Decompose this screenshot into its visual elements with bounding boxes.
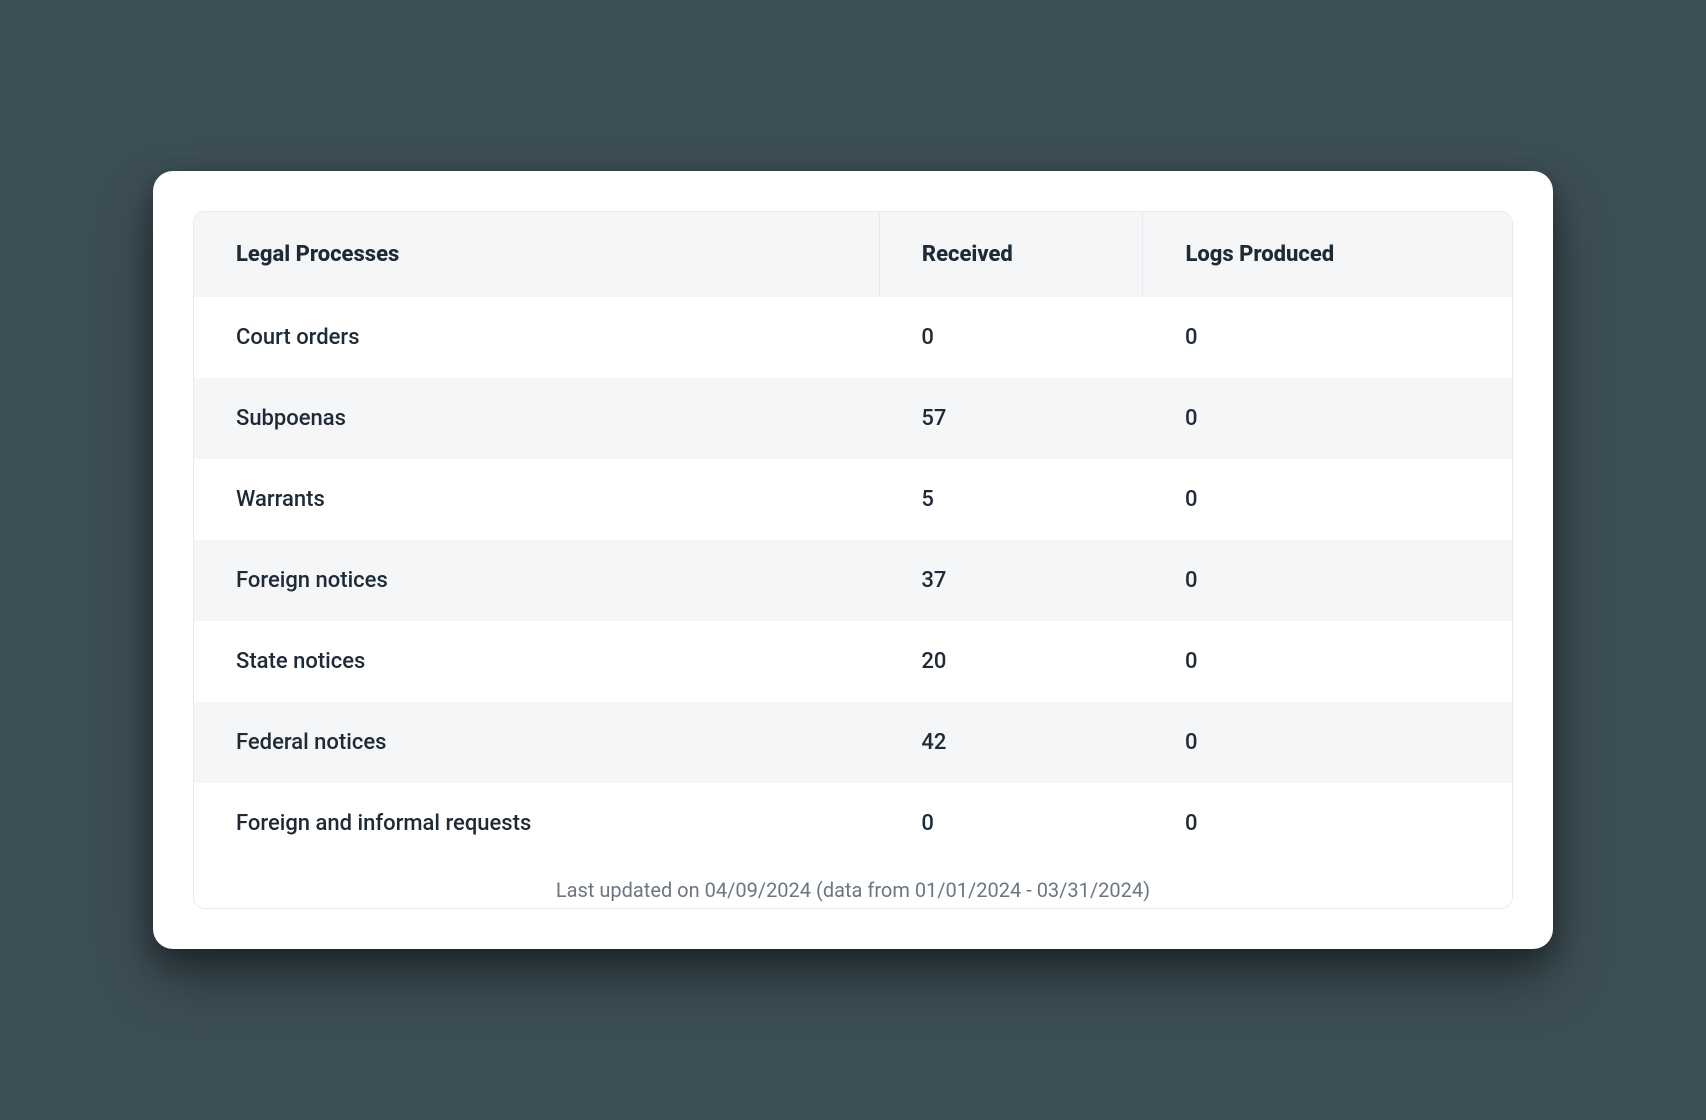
cell-process: State notices bbox=[194, 621, 879, 702]
table-row: State notices 20 0 bbox=[194, 621, 1512, 702]
cell-received: 0 bbox=[879, 297, 1143, 378]
cell-logs: 0 bbox=[1143, 459, 1512, 540]
column-header-legal-processes: Legal Processes bbox=[194, 212, 879, 297]
cell-logs: 0 bbox=[1143, 621, 1512, 702]
cell-logs: 0 bbox=[1143, 540, 1512, 621]
table-row: Federal notices 42 0 bbox=[194, 702, 1512, 783]
column-header-received: Received bbox=[879, 212, 1143, 297]
cell-received: 20 bbox=[879, 621, 1143, 702]
table-footer-note: Last updated on 04/09/2024 (data from 01… bbox=[194, 864, 1512, 908]
cell-process: Federal notices bbox=[194, 702, 879, 783]
cell-process: Foreign and informal requests bbox=[194, 783, 879, 864]
table-row: Foreign and informal requests 0 0 bbox=[194, 783, 1512, 864]
table-row: Warrants 5 0 bbox=[194, 459, 1512, 540]
table-header-row: Legal Processes Received Logs Produced bbox=[194, 212, 1512, 297]
cell-logs: 0 bbox=[1143, 378, 1512, 459]
table-row: Subpoenas 57 0 bbox=[194, 378, 1512, 459]
column-header-logs-produced: Logs Produced bbox=[1143, 212, 1512, 297]
cell-received: 0 bbox=[879, 783, 1143, 864]
report-card: Legal Processes Received Logs Produced C… bbox=[153, 171, 1553, 949]
table-row: Court orders 0 0 bbox=[194, 297, 1512, 378]
table-container: Legal Processes Received Logs Produced C… bbox=[193, 211, 1513, 909]
legal-processes-table: Legal Processes Received Logs Produced C… bbox=[194, 212, 1512, 864]
cell-logs: 0 bbox=[1143, 783, 1512, 864]
cell-received: 42 bbox=[879, 702, 1143, 783]
table-row: Foreign notices 37 0 bbox=[194, 540, 1512, 621]
cell-received: 37 bbox=[879, 540, 1143, 621]
cell-received: 5 bbox=[879, 459, 1143, 540]
cell-logs: 0 bbox=[1143, 297, 1512, 378]
cell-process: Subpoenas bbox=[194, 378, 879, 459]
cell-process: Warrants bbox=[194, 459, 879, 540]
cell-received: 57 bbox=[879, 378, 1143, 459]
cell-process: Foreign notices bbox=[194, 540, 879, 621]
cell-logs: 0 bbox=[1143, 702, 1512, 783]
cell-process: Court orders bbox=[194, 297, 879, 378]
